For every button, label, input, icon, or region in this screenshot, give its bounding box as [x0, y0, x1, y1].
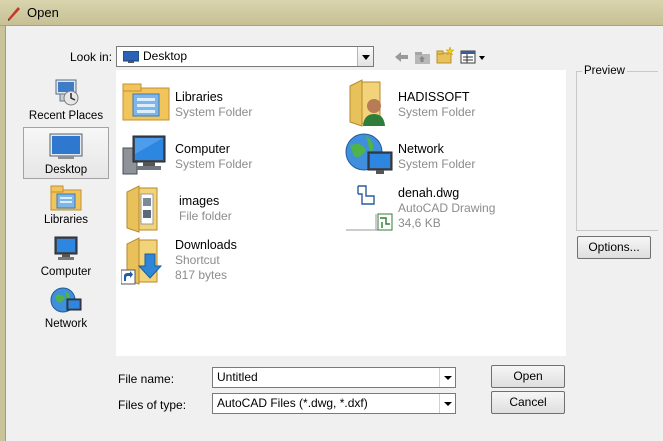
file-list[interactable]: Libraries System Folder HADISSOFT System…	[116, 70, 566, 356]
files-of-type-label: Files of type:	[118, 398, 187, 412]
file-name: HADISSOFT	[398, 90, 470, 104]
window-title: Open	[27, 5, 59, 20]
title-bar: Open	[0, 0, 663, 26]
autocad-app-icon	[8, 7, 20, 21]
place-computer[interactable]: Computer	[23, 234, 109, 284]
files-of-type-select[interactable]: AutoCAD Files (*.dwg, *.dxf)	[212, 393, 456, 414]
place-network[interactable]: Network	[23, 286, 109, 336]
file-type: System Folder	[398, 157, 476, 171]
place-label: Computer	[40, 266, 92, 278]
folder-icon	[126, 185, 158, 233]
open-button[interactable]: Open	[491, 365, 565, 388]
file-type: System Folder	[175, 157, 253, 171]
file-type: System Folder	[398, 105, 476, 119]
file-name: Downloads	[175, 238, 237, 252]
file-item-downloads[interactable]: Downloads Shortcut 817 bytes	[121, 236, 321, 286]
view-menu-icon[interactable]	[460, 48, 488, 66]
computer-icon	[54, 236, 78, 260]
dwg-file-icon	[346, 185, 393, 231]
downloads-shortcut-icon	[121, 237, 163, 285]
file-type: AutoCAD Drawing	[398, 201, 496, 215]
file-type: System Folder	[175, 105, 253, 119]
back-arrow-icon[interactable]	[392, 48, 412, 66]
preview-label: Preview	[582, 65, 627, 77]
look-in-label: Look in:	[70, 50, 113, 64]
place-label: Desktop	[44, 164, 88, 176]
file-size: 817 bytes	[175, 268, 228, 282]
file-item-computer[interactable]: Computer System Folder	[121, 132, 321, 180]
recent-places-icon	[55, 79, 79, 106]
desktop-small-icon	[123, 51, 139, 63]
file-name: Network	[398, 142, 444, 156]
place-desktop[interactable]: Desktop	[23, 127, 109, 179]
look-in-value: Desktop	[143, 49, 188, 63]
place-label: Network	[44, 318, 88, 330]
network-icon	[345, 133, 393, 174]
place-label: Libraries	[43, 214, 89, 226]
file-name: images	[179, 194, 220, 208]
chevron-down-icon[interactable]	[439, 368, 455, 387]
file-name-field[interactable]: Untitled	[212, 367, 456, 388]
file-item-libraries[interactable]: Libraries System Folder	[121, 78, 321, 126]
place-label: Recent Places	[28, 110, 104, 122]
file-item-denah-dwg[interactable]: denah.dwg AutoCAD Drawing 34,6 KB	[344, 184, 554, 234]
place-libraries[interactable]: Libraries	[23, 182, 109, 232]
file-item-hadissoft[interactable]: HADISSOFT System Folder	[344, 78, 554, 127]
files-of-type-value: AutoCAD Files (*.dwg, *.dxf)	[217, 396, 368, 410]
place-recent-places[interactable]: Recent Places	[23, 76, 109, 126]
file-name: denah.dwg	[398, 186, 460, 200]
chevron-down-icon[interactable]	[439, 394, 455, 413]
desktop-icon	[49, 133, 83, 159]
new-folder-icon[interactable]	[435, 46, 455, 64]
file-name-value: Untitled	[217, 370, 258, 384]
up-folder-icon[interactable]	[413, 48, 433, 66]
places-bar: Recent Places Desktop Libraries Computer	[23, 70, 109, 336]
file-size: 34,6 KB	[398, 216, 441, 230]
preview-pane	[576, 71, 658, 231]
options-button[interactable]: Options...	[577, 236, 651, 259]
file-type: Shortcut	[175, 253, 220, 267]
cancel-button[interactable]: Cancel	[491, 391, 565, 414]
file-item-images[interactable]: images File folder	[121, 184, 321, 234]
libraries-folder-icon	[122, 83, 170, 121]
user-folder-icon	[349, 79, 385, 127]
network-icon	[50, 287, 82, 313]
file-type: File folder	[179, 209, 232, 223]
file-name: Libraries	[175, 90, 223, 104]
file-item-network[interactable]: Network System Folder	[344, 132, 554, 180]
file-name: Computer	[175, 142, 230, 156]
computer-icon	[122, 135, 166, 175]
file-name-label: File name:	[118, 372, 175, 386]
libraries-icon	[50, 185, 82, 211]
chevron-down-icon[interactable]	[357, 47, 373, 66]
look-in-combo[interactable]: Desktop	[116, 46, 374, 67]
